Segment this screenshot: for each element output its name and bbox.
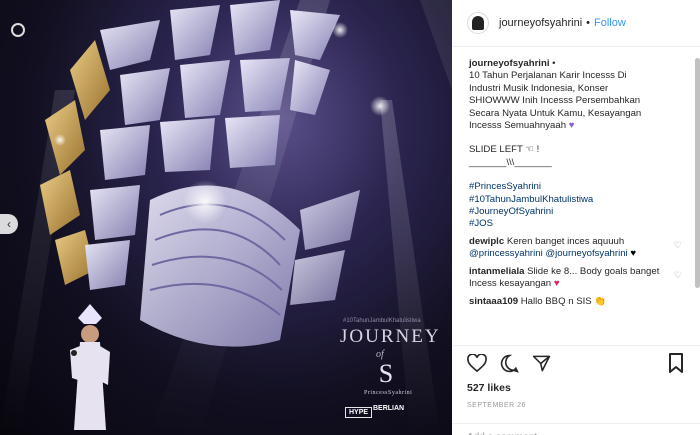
hashtag-link[interactable]: #PrincesSyahrini xyxy=(469,181,684,193)
photo-hashtag-overlay: #10TahunJambulKhatulistiwa xyxy=(343,318,421,324)
black-heart-icon: ♥ xyxy=(630,248,637,260)
caption-divider: _______\\\_______ xyxy=(469,156,552,168)
comment-item: sintaaa109 Hallo BBQ n SIS 👏 xyxy=(469,296,684,308)
comment-item: dewiplc Keren banget inces aquuuh @princ… xyxy=(469,236,684,261)
sponsor-logo-hype: HYPE xyxy=(345,407,373,418)
hashtag-link[interactable]: #10TahunJambulKhatulistiwa xyxy=(469,194,684,206)
post-photo[interactable]: ‹ #10TahunJambulKhatulistiwa JOURNEY of … xyxy=(0,0,452,435)
follow-button[interactable]: Follow xyxy=(594,17,626,29)
comment-username[interactable]: intanmeliala xyxy=(469,266,524,277)
purple-heart-icon: ♥ xyxy=(568,120,575,132)
post-side-panel: journeyofsyahrini • Follow journeyofsyah… xyxy=(452,0,700,435)
comments-list[interactable]: journeyofsyahrini • 10 Tahun Perjalanan … xyxy=(452,58,692,345)
post-caption: journeyofsyahrini • 10 Tahun Perjalanan … xyxy=(469,58,684,231)
caption-line: Industri Musik Indonesia, Konser xyxy=(469,82,609,94)
caption-gap xyxy=(469,132,684,144)
caption-line: 10 Tahun Perjalanan Karir Incesss Di xyxy=(469,70,627,82)
comment-mention[interactable]: @princessyahrini xyxy=(469,248,543,259)
add-comment-input[interactable]: Add a comment... xyxy=(452,423,700,435)
caption-slide-left: SLIDE LEFT ☜ ! xyxy=(469,144,540,156)
caption-username[interactable]: journeyofsyahrini xyxy=(469,58,550,69)
likes-count[interactable]: 527 likes xyxy=(467,382,700,394)
comments-scrollbar[interactable] xyxy=(695,58,700,288)
caption-separator: • xyxy=(552,58,556,69)
post-header: journeyofsyahrini • Follow xyxy=(452,0,700,47)
sponsor-logo-berlian: BERLIAN xyxy=(373,405,405,412)
caption-line: SHIOWWW Inih Incesss Persembahkan xyxy=(469,95,641,107)
hashtag-link[interactable]: #JourneyOfSyahrini xyxy=(469,206,684,218)
share-icon[interactable] xyxy=(531,353,551,373)
caption-line: Secara Nyata Untuk Kamu, Kesayangan xyxy=(469,107,642,119)
avatar[interactable] xyxy=(467,12,489,34)
caption-line-text: Incesss Semuahnyaah xyxy=(469,120,567,132)
corner-brand-icon xyxy=(11,23,25,37)
bookmark-icon[interactable] xyxy=(668,353,688,373)
photo-signature: PrincessSyahrini xyxy=(364,390,413,396)
comment-text: Keren banget inces aquuuh xyxy=(506,235,625,247)
hashtag-link[interactable]: #JOS xyxy=(469,218,684,230)
comment-username[interactable]: dewiplc xyxy=(469,236,504,247)
monogram-logo: S xyxy=(378,359,394,388)
caption-gap xyxy=(469,169,684,181)
instagram-post-modal: ‹ #10TahunJambulKhatulistiwa JOURNEY of … xyxy=(0,0,700,435)
comment-username[interactable]: sintaaa109 xyxy=(469,296,518,307)
photo-title-journey: JOURNEY xyxy=(340,326,441,347)
like-heart-icon[interactable] xyxy=(467,353,487,373)
action-icons-row xyxy=(467,346,700,380)
comment-like-icon[interactable]: ♡ xyxy=(674,269,682,281)
avatar-image xyxy=(472,16,484,30)
comment-bubble-icon[interactable] xyxy=(499,353,519,373)
post-actions: 527 likes SEPTEMBER 26 Add a comment... xyxy=(452,345,700,435)
clap-icon: 👏 xyxy=(594,295,607,307)
header-username[interactable]: journeyofsyahrini xyxy=(499,17,582,29)
red-heart-icon: ♥ xyxy=(553,278,560,290)
comment-mention[interactable]: @journeyofsyahrini xyxy=(545,248,627,259)
comment-like-icon[interactable]: ♡ xyxy=(674,239,682,251)
comment-item: intanmeliala Slide ke 8... Body goals ba… xyxy=(469,266,684,291)
comment-text: Hallo BBQ n SIS xyxy=(520,295,592,307)
post-date: SEPTEMBER 26 xyxy=(467,402,526,409)
header-separator: • xyxy=(586,17,591,29)
caption-line: Incesss Semuahnyaah ♥ xyxy=(469,120,684,132)
